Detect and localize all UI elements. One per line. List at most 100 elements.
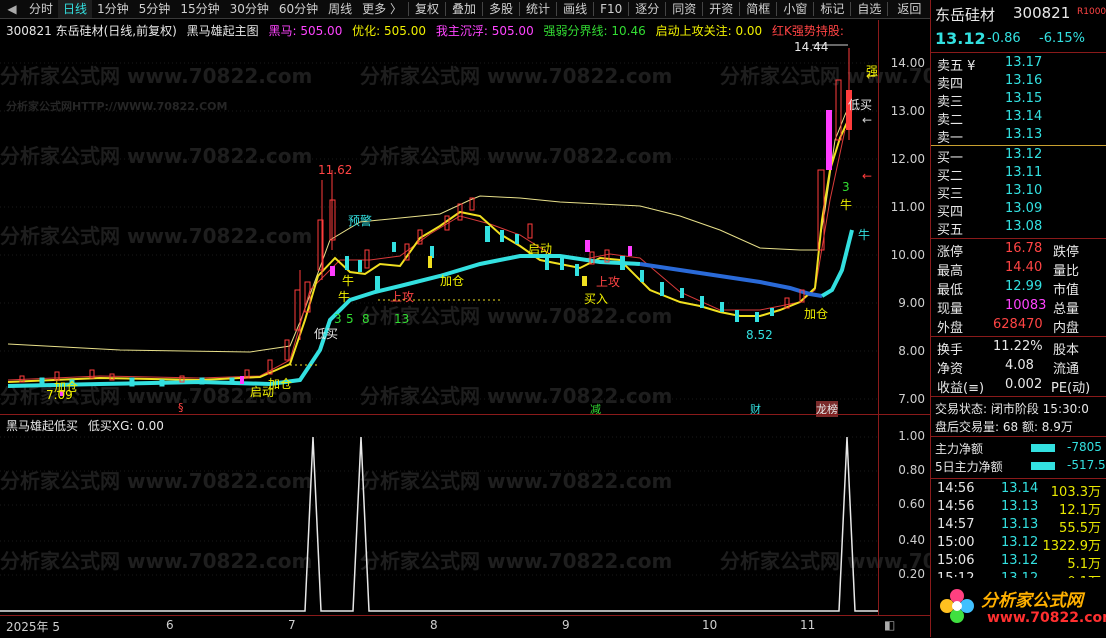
legend-indicator[interactable]: 黑马雄起主图: [187, 24, 259, 38]
kaizi-button[interactable]: 开资: [704, 0, 738, 18]
signal-jiacang: 加仓: [54, 380, 79, 394]
tick-volume: 12.1万: [1059, 503, 1101, 518]
ask-row[interactable]: 卖二 13.14: [935, 109, 1105, 128]
stat-label: 跌停: [1053, 245, 1080, 260]
date-tick: 7: [288, 618, 296, 632]
main-net5-label: 5日主力净额: [935, 460, 1003, 474]
back-button[interactable]: 返回: [889, 0, 929, 18]
flower-logo-icon: [940, 589, 974, 623]
tab-1min[interactable]: 1分钟: [92, 0, 134, 18]
bid-row[interactable]: 买五 13.08: [935, 219, 1105, 238]
stat-label: 现量: [937, 302, 964, 317]
draw-line-button[interactable]: 画线: [558, 0, 592, 18]
fib-3-right: 3: [842, 180, 850, 194]
tab-fenshi[interactable]: 分时: [24, 0, 58, 18]
signal-niu: 牛: [342, 274, 355, 288]
stat-value: 628470: [993, 317, 1043, 332]
sub-tick: 0.60: [898, 497, 925, 511]
price-tick: 7.00: [898, 392, 925, 406]
fib-13: 13: [394, 312, 410, 326]
separator: [776, 2, 778, 16]
tick-price: 13.13: [1001, 499, 1039, 514]
logo-url: www.70822.com: [987, 610, 1106, 626]
bid-label: 买二: [937, 169, 964, 184]
tick-price: 13.12: [1001, 553, 1039, 568]
tab-weekly[interactable]: 周线: [323, 0, 357, 18]
bid-row[interactable]: 买二 13.11: [935, 165, 1105, 184]
tab-more[interactable]: 更多 〉: [357, 0, 407, 18]
stat-value: 11.22%: [993, 339, 1043, 354]
small-window-button[interactable]: 小窗: [778, 0, 812, 18]
stat-value: 12.99: [1005, 279, 1043, 294]
ask-row[interactable]: 卖一 13.13: [935, 127, 1105, 146]
tick-row: 15:06 13.12 5.1万: [935, 553, 1105, 572]
dimai-indicator-chart[interactable]: [0, 415, 878, 615]
date-tick: 11: [800, 618, 816, 632]
tongzi-button[interactable]: 同资: [667, 0, 701, 18]
stat-label: 流通: [1053, 362, 1080, 377]
tab-15min[interactable]: 15分钟: [175, 0, 224, 18]
multi-stock-button[interactable]: 多股: [484, 0, 518, 18]
event-marker[interactable]: §: [178, 401, 184, 414]
ask-row[interactable]: 卖三 13.15: [935, 91, 1105, 110]
stat-label: 最高: [937, 264, 964, 279]
f10-button[interactable]: F10: [595, 0, 627, 18]
stat-label: 换手: [937, 343, 964, 358]
tick-time: 14:56: [937, 481, 975, 496]
stat-value: 16.78: [1005, 241, 1043, 256]
stat-label: 收益(≡): [937, 381, 985, 396]
stat-row: 最高 14.40 量比: [935, 260, 1105, 279]
stats-button[interactable]: 统计: [521, 0, 555, 18]
bid-row[interactable]: 买一 13.12: [935, 147, 1105, 166]
tab-30min[interactable]: 30分钟: [225, 0, 274, 18]
overlay-button[interactable]: 叠加: [447, 0, 481, 18]
bid-label: 买三: [937, 187, 964, 202]
price-axis: 14.00 13.00 12.00 11.00 10.00 9.00 8.00 …: [878, 20, 931, 415]
sub-legend-indicator[interactable]: 黑马雄起低买: [6, 419, 78, 433]
prev-arrow-icon[interactable]: ◀: [0, 0, 24, 18]
quote-panel: 东岳硅材 300821 R1000 13.12 -0.86 -6.15% 卖五 …: [930, 0, 1106, 637]
tab-60min[interactable]: 60分钟: [274, 0, 323, 18]
main-net5-value: -517.5: [1067, 458, 1106, 472]
stat-row: 净资 4.08 流通: [935, 358, 1105, 377]
tab-daily[interactable]: 日线: [58, 0, 93, 18]
stat-label: 市值: [1053, 283, 1080, 298]
bid-row[interactable]: 买三 13.10: [935, 183, 1105, 202]
price-change: -0.86: [987, 31, 1021, 46]
legend-qiangruo: 强弱分界线: 10.46: [543, 24, 646, 38]
bid-price: 13.11: [1005, 165, 1043, 180]
minute-by-minute-button[interactable]: 逐分: [630, 0, 664, 18]
date-tick: 6: [166, 618, 174, 632]
mark-button[interactable]: 标记: [815, 0, 849, 18]
stat-value: 10083: [1005, 298, 1047, 313]
separator: [931, 478, 1106, 479]
tick-volume: 55.5万: [1059, 521, 1101, 536]
stat-value: 14.40: [1005, 260, 1043, 275]
ask-row[interactable]: 卖四 13.16: [935, 73, 1105, 92]
kline-chart[interactable]: ← ← ←: [0, 20, 878, 415]
separator: [702, 2, 704, 16]
tick-row: 14:56 13.13 12.1万: [935, 499, 1105, 518]
separator: [813, 2, 815, 16]
stat-row: 外盘 628470 内盘: [935, 317, 1105, 336]
price-change-pct: -6.15%: [1039, 31, 1085, 46]
ask-label: 卖五 ¥: [937, 59, 976, 74]
watchlist-button[interactable]: 自选: [852, 0, 886, 18]
bid-row[interactable]: 买四 13.09: [935, 201, 1105, 220]
separator: [593, 2, 595, 16]
separator: [556, 2, 558, 16]
ask-row[interactable]: 卖五 ¥ 13.17: [935, 55, 1105, 74]
tick-volume: 5.1万: [1067, 557, 1101, 572]
legend-youhua: 优化: 505.00: [352, 24, 427, 38]
scroll-left-icon[interactable]: ◧: [884, 618, 895, 632]
signal-shanggong: 上攻: [596, 275, 621, 289]
ma-red-line: [7, 129, 846, 381]
fuquan-button[interactable]: 复权: [410, 0, 444, 18]
sub-legend: 黑马雄起低买 低买XG: 0.00: [6, 417, 164, 434]
tab-5min[interactable]: 5分钟: [134, 0, 176, 18]
main-net-value: -7805: [1067, 440, 1102, 454]
stat-label: 量比: [1053, 264, 1080, 279]
yellow-candle: [582, 276, 587, 286]
simple-frame-button[interactable]: 简框: [741, 0, 775, 18]
signal-jiacang: 加仓: [440, 274, 465, 288]
